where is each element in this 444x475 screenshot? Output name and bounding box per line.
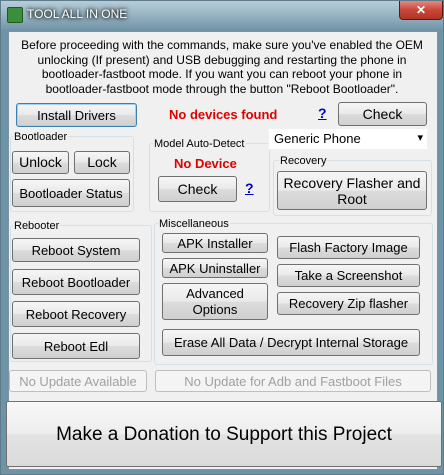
- app-update-button[interactable]: No Update Available: [9, 370, 147, 392]
- misc-group-label: Miscellaneous: [158, 218, 230, 230]
- recovery-group-label: Recovery: [279, 155, 328, 167]
- chevron-down-icon: ▾: [417, 132, 423, 144]
- bootloader-status-button[interactable]: Bootloader Status: [12, 179, 130, 207]
- model-help-link[interactable]: ?: [245, 180, 254, 196]
- reboot-system-button[interactable]: Reboot System: [12, 238, 140, 262]
- device-help-link[interactable]: ?: [318, 105, 327, 121]
- main-panel: Before proceeding with the commands, mak…: [6, 31, 442, 470]
- lock-button[interactable]: Lock: [74, 151, 130, 174]
- rebooter-group-label: Rebooter: [13, 220, 61, 232]
- erase-data-button[interactable]: Erase All Data / Decrypt Internal Storag…: [162, 329, 420, 356]
- take-screenshot-button[interactable]: Take a Screenshot: [277, 264, 420, 287]
- reboot-recovery-button[interactable]: Reboot Recovery: [12, 301, 140, 327]
- model-detect-group-label: Model Auto-Detect: [153, 138, 246, 150]
- phone-model-select[interactable]: Generic Phone ▾: [268, 128, 428, 150]
- check-devices-button[interactable]: Check: [338, 102, 427, 126]
- bootloader-group-label: Bootloader: [13, 131, 69, 143]
- device-status-text: No devices found: [169, 107, 278, 122]
- apk-uninstaller-button[interactable]: APK Uninstaller: [162, 258, 268, 278]
- advanced-options-button[interactable]: Advanced Options: [162, 283, 268, 320]
- adb-update-button[interactable]: No Update for Adb and Fastboot Files: [155, 370, 431, 392]
- app-window: TOOL ALL IN ONE ✕ Before proceeding with…: [0, 0, 444, 475]
- donation-button[interactable]: Make a Donation to Support this Project: [6, 401, 442, 467]
- recovery-flasher-button[interactable]: Recovery Flasher and Root: [277, 171, 427, 210]
- app-icon: [7, 7, 23, 23]
- close-button[interactable]: ✕: [399, 1, 443, 20]
- model-status-text: No Device: [174, 156, 237, 171]
- window-title: TOOL ALL IN ONE: [27, 7, 128, 21]
- apk-installer-button[interactable]: APK Installer: [162, 233, 268, 253]
- recovery-zip-flasher-button[interactable]: Recovery Zip flasher: [277, 292, 420, 315]
- phone-model-value: Generic Phone: [274, 131, 361, 146]
- unlock-button[interactable]: Unlock: [12, 151, 69, 174]
- reboot-bootloader-button[interactable]: Reboot Bootloader: [12, 269, 140, 295]
- install-drivers-button[interactable]: Install Drivers: [16, 103, 137, 127]
- model-check-button[interactable]: Check: [158, 176, 237, 202]
- intro-text: Before proceeding with the commands, mak…: [21, 38, 423, 96]
- title-bar[interactable]: TOOL ALL IN ONE ✕: [1, 1, 443, 29]
- reboot-edl-button[interactable]: Reboot Edl: [12, 333, 140, 359]
- flash-factory-image-button[interactable]: Flash Factory Image: [277, 236, 420, 259]
